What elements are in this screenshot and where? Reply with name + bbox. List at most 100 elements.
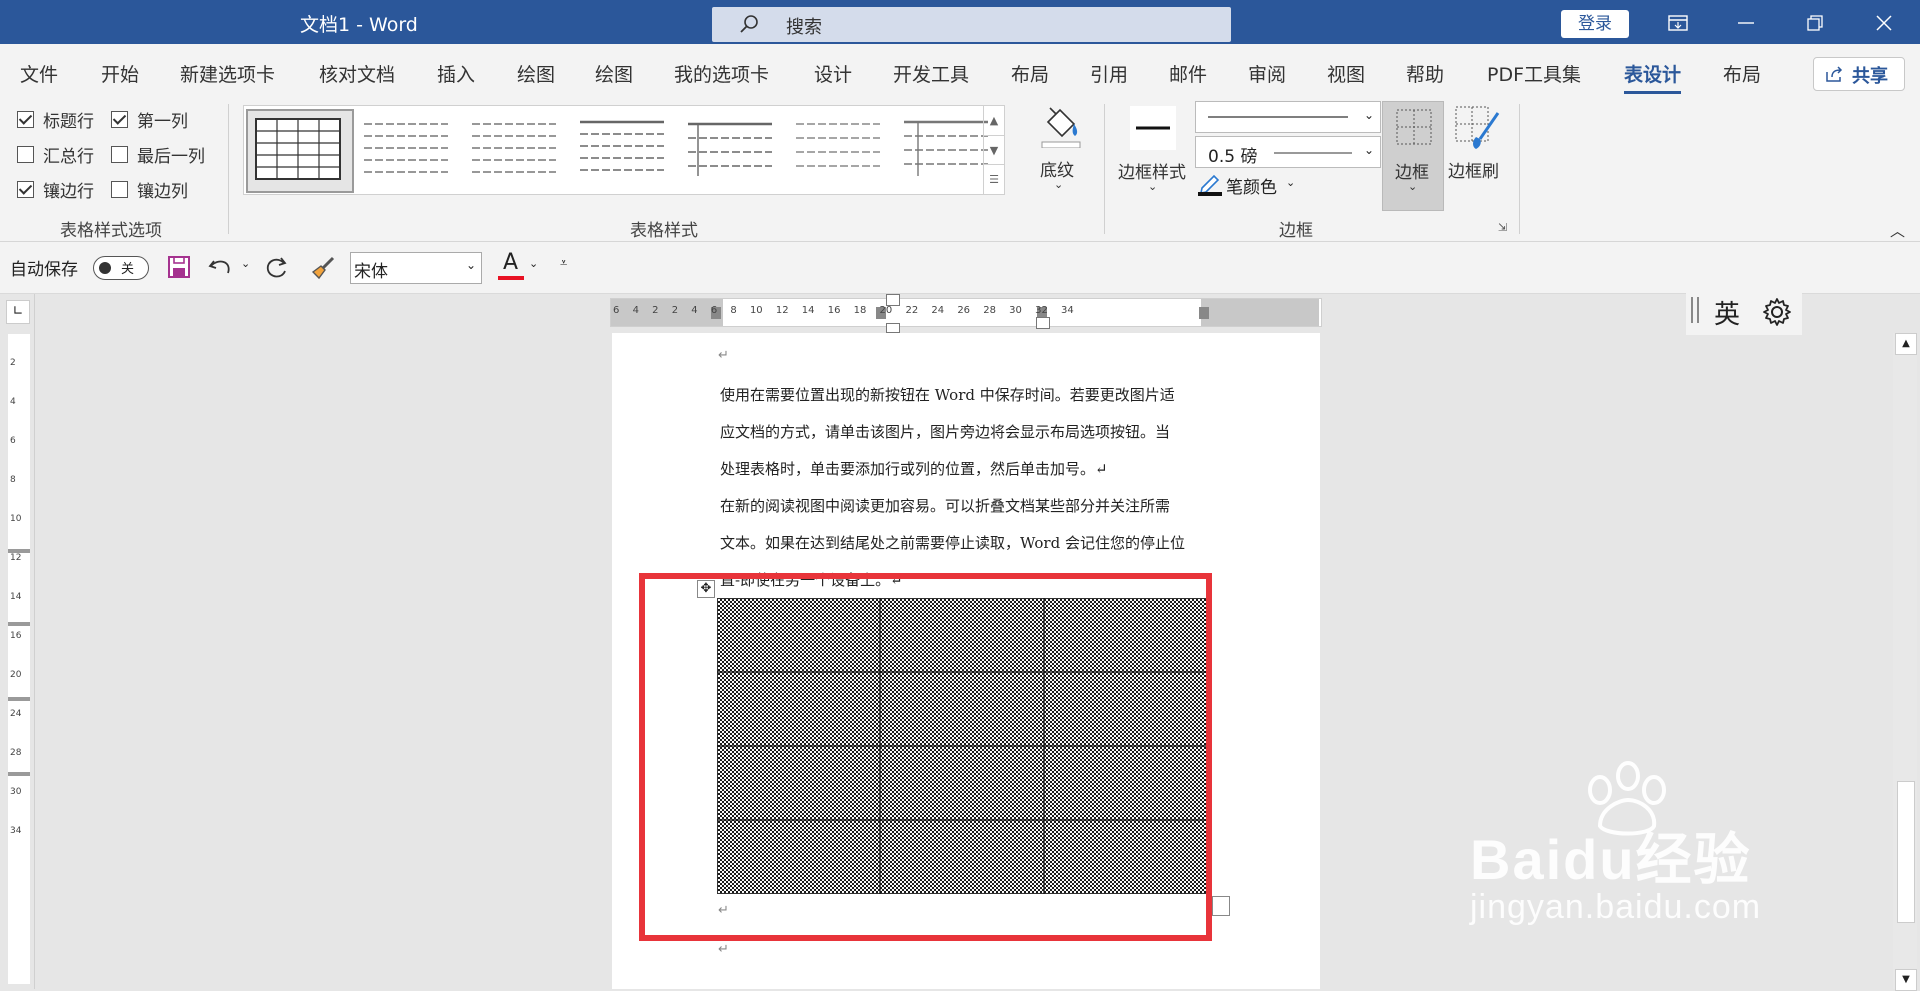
- scroll-down-arrow-icon[interactable]: ▼: [1895, 969, 1917, 991]
- vertical-ruler-labels: 2 4 6 8 10 12 14 16 20 24 28 30 34: [10, 358, 22, 836]
- collapse-ribbon-icon[interactable]: ︿: [1890, 220, 1905, 241]
- borders-icon: [1396, 109, 1432, 145]
- scrollbar-thumb[interactable]: [1897, 781, 1915, 923]
- tab-mailings[interactable]: 邮件: [1169, 60, 1207, 87]
- document-text-line[interactable]: 处理表格时，单击要添加行或列的位置，然后单击加号。↵: [720, 458, 1108, 479]
- share-icon: [1826, 66, 1843, 82]
- banded-columns-label: 镶边列: [137, 182, 188, 202]
- table-style-dashed-1[interactable]: [354, 110, 458, 190]
- search-box[interactable]: 搜索: [712, 7, 1231, 42]
- tab-selector-icon[interactable]: ∟: [6, 300, 30, 324]
- border-styles-button[interactable]: 边框样式 ⌄: [1116, 100, 1190, 196]
- share-button[interactable]: 共享: [1813, 57, 1905, 91]
- table-style-plain-1[interactable]: [570, 110, 674, 190]
- tab-home[interactable]: 开始: [101, 60, 139, 87]
- undo-icon[interactable]: [208, 255, 234, 279]
- gear-icon[interactable]: [1762, 297, 1792, 327]
- banded-rows-checkbox[interactable]: 镶边行: [17, 177, 94, 202]
- group-separator: [1519, 104, 1520, 234]
- table-styles-gallery[interactable]: ▲ ▼ ☰: [243, 105, 1005, 195]
- line-style-dropdown[interactable]: ⌄: [1195, 101, 1381, 133]
- undo-dropdown-icon[interactable]: ⌄: [241, 257, 250, 270]
- ribbon-display-options-icon[interactable]: [1650, 5, 1706, 41]
- vertical-scrollbar[interactable]: ▲ ▼: [1893, 333, 1917, 991]
- paragraph-mark: ↵: [718, 942, 729, 957]
- document-text-line[interactable]: 文本。如果在达到结尾处之前需要停止读取，Word 会记住您的停止位: [720, 532, 1185, 553]
- tab-table-design[interactable]: 表设计: [1624, 60, 1682, 94]
- borders-button[interactable]: 边框 ⌄: [1382, 101, 1444, 211]
- tab-pdf-tools[interactable]: PDF工具集: [1487, 60, 1581, 87]
- document-text-line[interactable]: 使用在需要位置出现的新按钮在 Word 中保存时间。若要更改图片适: [720, 384, 1175, 405]
- autosave-toggle[interactable]: 关: [93, 256, 149, 280]
- right-indent-marker[interactable]: [1036, 317, 1050, 329]
- tab-file[interactable]: 文件: [20, 60, 58, 87]
- restore-button[interactable]: [1787, 5, 1843, 41]
- watermark-brand: Baidu经验: [1470, 828, 1752, 891]
- tab-new-tab[interactable]: 新建选项卡: [180, 60, 275, 87]
- chevron-down-icon: ⌄: [1286, 176, 1296, 189]
- last-column-label: 最后一列: [137, 147, 205, 167]
- font-name-select[interactable]: 宋体 ⌄: [350, 252, 482, 284]
- minimize-button[interactable]: [1718, 5, 1774, 41]
- share-label: 共享: [1852, 66, 1888, 87]
- borders-group-label: 边框: [1279, 221, 1313, 241]
- first-column-checkbox[interactable]: 第一列: [111, 107, 188, 132]
- table-style-dashed-2[interactable]: [462, 110, 566, 190]
- column-marker[interactable]: [1199, 307, 1209, 319]
- checkbox-mark: [111, 181, 128, 198]
- tab-view[interactable]: 视图: [1327, 60, 1365, 87]
- chevron-down-icon: ⌄: [1148, 180, 1158, 193]
- format-painter-icon[interactable]: [309, 254, 337, 282]
- table-style-plain-3[interactable]: [786, 110, 890, 190]
- border-painter-icon: [1455, 106, 1500, 149]
- tab-draw-1[interactable]: 绘图: [517, 60, 555, 87]
- document-text-line[interactable]: 应文档的方式，请单击该图片，图片旁边将会显示布局选项按钮。当: [720, 421, 1170, 442]
- total-row-checkbox[interactable]: 汇总行: [17, 142, 94, 167]
- tab-draw-2[interactable]: 绘图: [595, 60, 633, 87]
- save-icon[interactable]: [167, 255, 191, 279]
- header-row-label: 标题行: [43, 112, 94, 132]
- login-button[interactable]: 登录: [1561, 10, 1629, 38]
- tab-design[interactable]: 设计: [814, 60, 852, 87]
- chevron-down-icon: ⌄: [1363, 143, 1374, 157]
- tab-my-tab[interactable]: 我的选项卡: [674, 60, 769, 87]
- gallery-scroll-up[interactable]: ▲: [983, 106, 1004, 135]
- font-color-dropdown-icon[interactable]: ⌄: [529, 257, 538, 270]
- table-style-grid[interactable]: [246, 109, 354, 193]
- tab-check-document[interactable]: 核对文档: [319, 60, 395, 87]
- last-column-checkbox[interactable]: 最后一列: [111, 142, 205, 167]
- tab-insert[interactable]: 插入: [437, 60, 475, 87]
- ime-mode-toggle[interactable]: 英: [1714, 294, 1740, 331]
- table-resize-handle[interactable]: [1212, 896, 1230, 916]
- gallery-more-button[interactable]: ☰: [983, 164, 1004, 194]
- tab-review[interactable]: 审阅: [1248, 60, 1286, 87]
- tab-help[interactable]: 帮助: [1406, 60, 1444, 87]
- redo-icon[interactable]: [263, 254, 291, 282]
- close-button[interactable]: [1856, 5, 1912, 41]
- scroll-up-arrow-icon[interactable]: ▲: [1895, 333, 1917, 355]
- ime-toolbar: 英: [1686, 289, 1802, 335]
- horizontal-ruler: 6 4 2 2 4 6 8 10 12 14 16 18 20 22 24 26…: [610, 294, 1322, 333]
- hanging-indent-marker[interactable]: [886, 323, 900, 333]
- chevron-down-icon: ⌄: [1408, 180, 1418, 193]
- tab-table-layout[interactable]: 布局: [1723, 60, 1761, 87]
- document-text-line[interactable]: 在新的阅读视图中阅读更加容易。可以折叠文档某些部分并关注所需: [720, 495, 1170, 516]
- autosave-state: 关: [121, 262, 135, 277]
- banded-columns-checkbox[interactable]: 镶边列: [111, 177, 188, 202]
- border-painter-button[interactable]: 边框刷: [1446, 101, 1510, 196]
- tab-developer[interactable]: 开发工具: [893, 60, 969, 87]
- line-weight-dropdown[interactable]: 0.5 磅 ⌄: [1195, 136, 1381, 168]
- shading-button[interactable]: 底纹 ⌄: [1030, 100, 1090, 195]
- autosave-label: 自动保存: [10, 260, 78, 280]
- ime-grip[interactable]: [1691, 297, 1699, 323]
- dialog-launcher-icon[interactable]: ⇲: [1498, 221, 1507, 234]
- table-style-plain-2[interactable]: [678, 110, 782, 190]
- gallery-scroll-down[interactable]: ▼: [983, 135, 1004, 165]
- tab-references[interactable]: 引用: [1090, 60, 1128, 87]
- tab-layout[interactable]: 布局: [1011, 60, 1049, 87]
- pen-color-button[interactable]: 笔颜色 ⌄: [1198, 172, 1298, 198]
- customize-toolbar-icon[interactable]: ⩡: [560, 256, 567, 271]
- header-row-checkbox[interactable]: 标题行: [17, 107, 94, 132]
- font-color-button[interactable]: A: [498, 250, 524, 282]
- paragraph-mark: ↵: [718, 348, 729, 363]
